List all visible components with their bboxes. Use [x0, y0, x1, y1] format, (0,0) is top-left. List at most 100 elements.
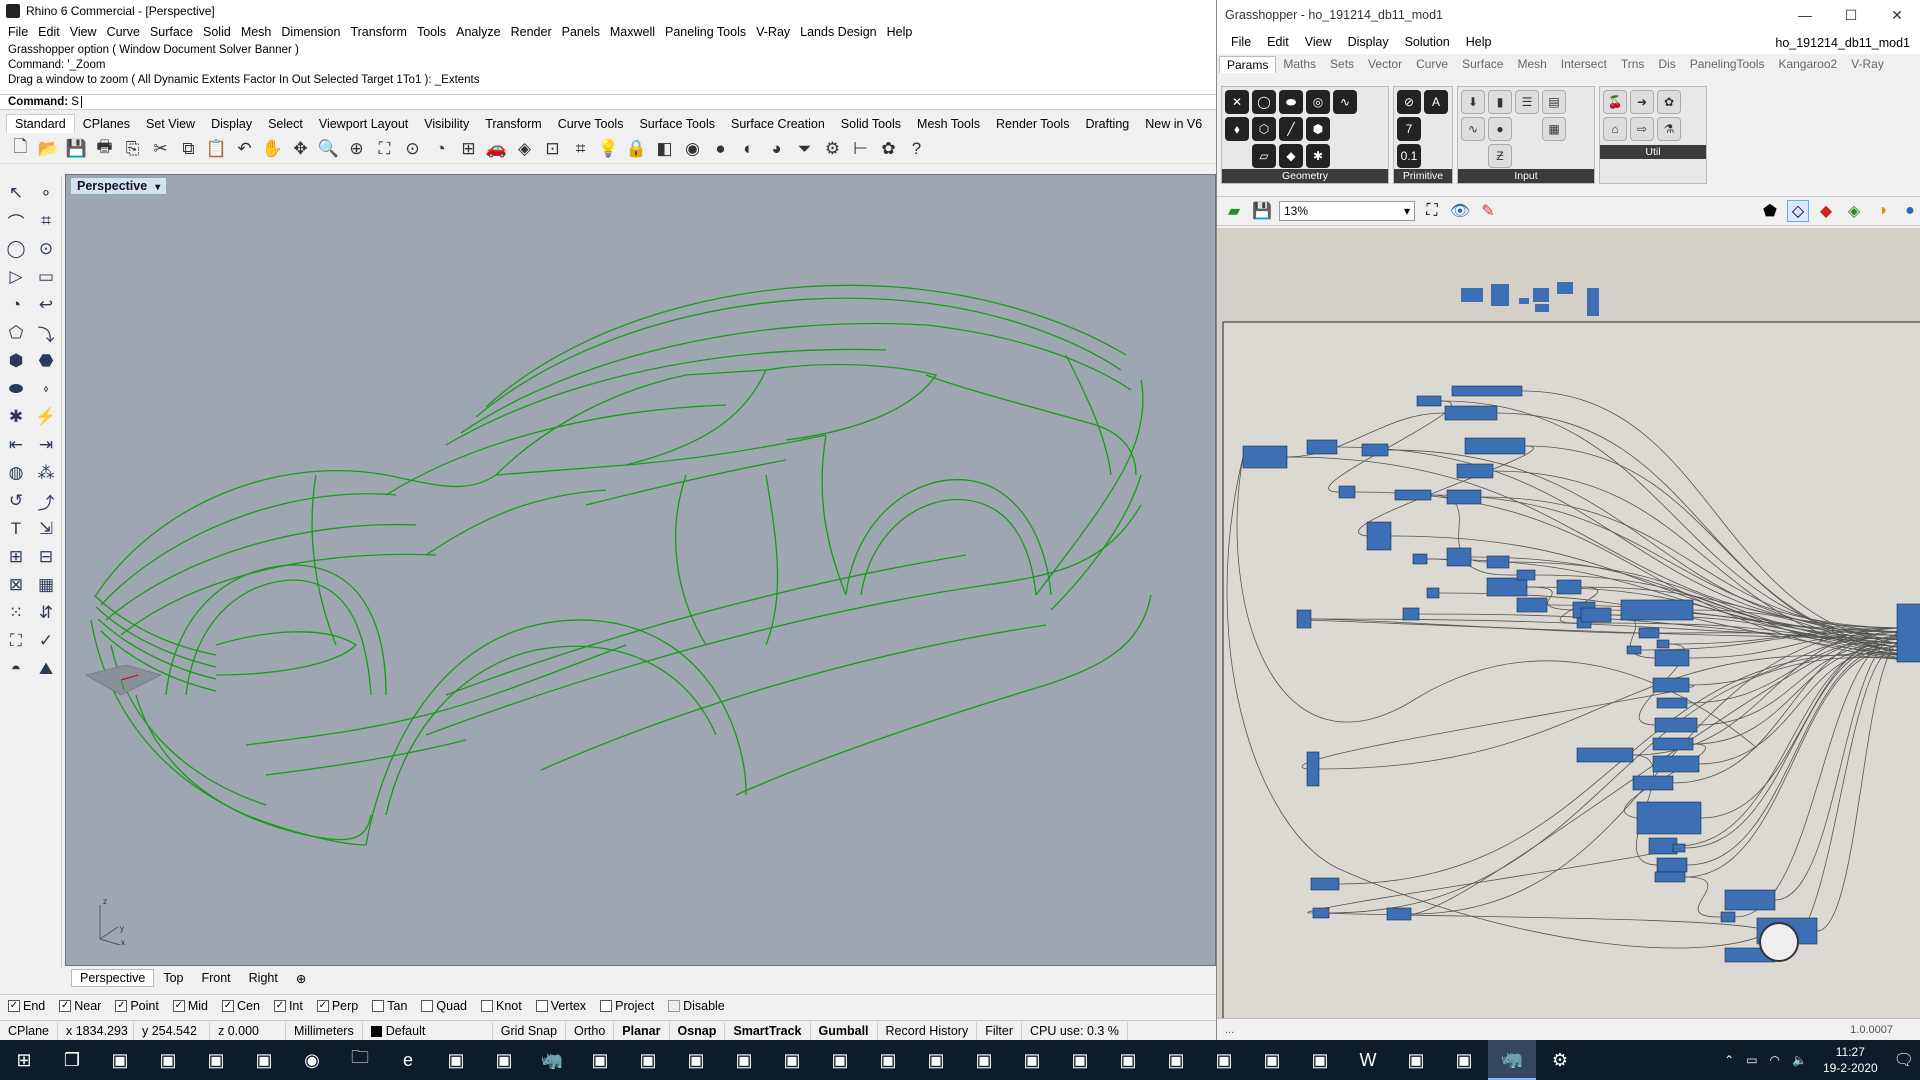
cherry-icon[interactable]: 🍒	[1603, 90, 1627, 114]
left-tool-icon[interactable]: ⇲	[33, 516, 59, 542]
preview-shaded-icon[interactable]: ◇	[1787, 200, 1809, 222]
left-tool-icon[interactable]: ⊞	[3, 544, 29, 570]
checkbox-icon[interactable]	[8, 999, 20, 1012]
dimension-icon[interactable]: ⊢	[848, 136, 873, 161]
left-tool-icon[interactable]: ⊠	[3, 572, 29, 598]
slider-icon[interactable]: Ƶ	[1488, 144, 1512, 168]
gh-component[interactable]	[1580, 607, 1612, 623]
left-tool-icon[interactable]: ⤵	[33, 320, 59, 346]
checkbox-icon[interactable]	[172, 999, 185, 1012]
left-tool-icon[interactable]: ⚡	[33, 404, 59, 430]
left-tool-icon[interactable]: ◍	[3, 460, 29, 486]
app-red2-icon[interactable]: ▣	[1296, 1040, 1344, 1080]
gh-tab-v-ray[interactable]: V-Ray	[1844, 56, 1891, 72]
plane-param-icon[interactable]: ▱	[1252, 144, 1276, 168]
osnap-tan[interactable]: Tan	[372, 999, 407, 1013]
gh-component[interactable]	[1652, 677, 1690, 693]
menu-help[interactable]: Help	[883, 22, 919, 42]
group-param-icon[interactable]: ⬡	[1252, 117, 1276, 141]
swatch-icon[interactable]: ▤	[1542, 90, 1566, 114]
app-camera-icon[interactable]: ▣	[768, 1040, 816, 1080]
left-tool-icon[interactable]: ⬬	[3, 376, 29, 402]
gh-component[interactable]	[1652, 755, 1700, 773]
gh-component[interactable]	[1654, 717, 1698, 733]
line-param-icon[interactable]: ╱	[1279, 117, 1303, 141]
render-sphere-icon[interactable]: ◐	[736, 136, 761, 161]
gh-component[interactable]	[1535, 304, 1549, 312]
gh-component[interactable]	[1516, 569, 1536, 581]
cplane-status[interactable]: CPlane	[0, 1021, 58, 1040]
gh-component[interactable]	[1638, 627, 1660, 639]
flask-icon[interactable]: ⚗	[1657, 117, 1681, 141]
tab-curve-tools[interactable]: Curve Tools	[550, 115, 632, 133]
graph-mapper-icon[interactable]: ∿	[1461, 117, 1485, 141]
toggle-icon[interactable]: ▮	[1488, 90, 1512, 114]
gh-tab-trns[interactable]: Trns	[1614, 56, 1652, 72]
surface-param-icon[interactable]: ✱	[1306, 144, 1330, 168]
gh-component[interactable]	[1386, 907, 1412, 921]
preview-eye-icon[interactable]: 👁	[1449, 200, 1471, 222]
tab-visibility[interactable]: Visibility	[416, 115, 477, 133]
left-tool-icon[interactable]: ◯	[3, 236, 29, 262]
zoom-extents-icon[interactable]: ⛶	[372, 136, 397, 161]
gh-tab-curve[interactable]: Curve	[1409, 56, 1455, 72]
checkbox-icon[interactable]	[481, 999, 493, 1012]
number-param-icon[interactable]: 0.1	[1397, 144, 1421, 168]
menu-panels[interactable]: Panels	[558, 22, 606, 42]
gh-component[interactable]	[1896, 603, 1920, 663]
value-list-icon[interactable]: ☰	[1515, 90, 1539, 114]
checkbox-icon[interactable]	[600, 999, 613, 1012]
gh-component[interactable]	[1587, 288, 1599, 316]
cut-icon[interactable]: ✂	[148, 136, 173, 161]
menu-surface[interactable]: Surface	[146, 22, 199, 42]
left-tool-icon[interactable]: ⇵	[33, 600, 59, 626]
checkbox-icon[interactable]	[535, 999, 548, 1012]
ribbon-label-geometry[interactable]: Geometry	[1222, 169, 1388, 183]
save-icon[interactable]: 💾	[64, 136, 89, 161]
menu-render[interactable]: Render	[507, 22, 558, 42]
osnap-cen[interactable]: Cen	[222, 999, 260, 1013]
osnap-toggle[interactable]: Osnap	[670, 1021, 726, 1040]
document-preview-icon[interactable]: ◈	[1843, 200, 1865, 222]
ortho-toggle[interactable]: Ortho	[566, 1021, 615, 1040]
gh-component[interactable]	[1296, 609, 1312, 629]
checkbox-icon[interactable]	[316, 999, 329, 1012]
gh-component[interactable]	[1402, 607, 1420, 621]
viewport-tab-front[interactable]: Front	[192, 969, 239, 987]
app-dark-icon[interactable]: ▣	[720, 1040, 768, 1080]
edge-icon[interactable]: e	[384, 1040, 432, 1080]
gh-component[interactable]	[1724, 889, 1776, 911]
tab-new-in-v6[interactable]: New in V6	[1137, 115, 1210, 133]
left-tool-icon[interactable]: ◓	[3, 656, 29, 682]
left-tool-icon[interactable]: ▦	[33, 572, 59, 598]
checkbox-icon[interactable]	[668, 999, 681, 1012]
gh-component[interactable]	[1461, 288, 1483, 302]
gh-component[interactable]	[1412, 553, 1428, 565]
gh-component[interactable]	[1654, 649, 1690, 667]
gumball-toggle[interactable]: Gumball	[811, 1021, 878, 1040]
tab-viewport-layout[interactable]: Viewport Layout	[311, 115, 416, 133]
gh-menu-view[interactable]: View	[1299, 35, 1342, 49]
gh-component[interactable]	[1533, 288, 1549, 302]
gh-component[interactable]	[1632, 775, 1674, 791]
gh-component[interactable]	[1366, 521, 1392, 551]
checkbox-icon[interactable]	[421, 999, 434, 1012]
tab-transform[interactable]: Transform	[477, 115, 550, 133]
boolean-param-icon[interactable]: ⊘	[1397, 90, 1421, 114]
app-wheel-icon[interactable]: ▣	[1008, 1040, 1056, 1080]
menu-file[interactable]: File	[4, 22, 34, 42]
battery-icon[interactable]: ▭	[1740, 1053, 1763, 1067]
geometry-icon[interactable]: ✕	[1225, 90, 1249, 114]
layer-status[interactable]: Default	[363, 1021, 493, 1040]
left-tool-icon[interactable]: ◔	[3, 292, 29, 318]
app-chart-icon[interactable]: ▣	[912, 1040, 960, 1080]
gh-component[interactable]	[1626, 645, 1642, 655]
gh-component[interactable]	[1656, 697, 1688, 709]
pan-icon[interactable]: ✋	[260, 136, 285, 161]
left-tool-icon[interactable]: ⛶	[3, 628, 29, 654]
tab-select[interactable]: Select	[260, 115, 311, 133]
left-tool-icon[interactable]: ⌒	[3, 208, 29, 234]
zoom-extents-icon[interactable]: ⛶	[1421, 200, 1443, 222]
save-file-icon[interactable]: 💾	[1251, 200, 1273, 222]
gh-component[interactable]	[1456, 463, 1494, 479]
